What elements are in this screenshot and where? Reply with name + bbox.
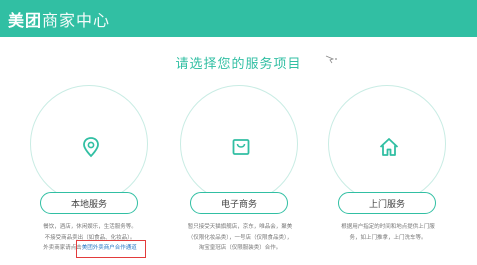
local-service-button[interactable]: 本地服务 bbox=[40, 192, 138, 214]
desc-line: 务，如上门推拿，上门洗车等。 bbox=[349, 234, 427, 241]
home-service-button[interactable]: 上门服务 bbox=[338, 192, 436, 214]
service-circle bbox=[30, 85, 148, 203]
mouse-cursor-icon bbox=[325, 55, 337, 64]
service-card-local[interactable]: 本地服务 餐饮，酒店，休闲娱乐，生活服务等。 不接受商品卖出（如食品、化妆品）。… bbox=[20, 85, 160, 255]
home-icon bbox=[379, 138, 399, 156]
desc-line: （仅限化妆品类），一号店（仅限食品类）， bbox=[187, 234, 293, 241]
desc-line: 根据用户指定的时间和地点提供上门服 bbox=[341, 224, 435, 230]
logo-title: 商家中心 bbox=[42, 10, 111, 30]
location-pin-icon bbox=[83, 137, 99, 158]
ecommerce-service-description: 暂只接受天猫旗舰店，京东，唯品会，聚美 （仅限化妆品类），一号店（仅限食品类），… bbox=[172, 222, 308, 254]
service-circle bbox=[180, 85, 298, 203]
service-card-ecommerce[interactable]: 电子商务 暂只接受天猫旗舰店，京东，唯品会，聚美 （仅限化妆品类），一号店（仅限… bbox=[170, 85, 310, 255]
logo-brand: 美团 bbox=[8, 10, 43, 30]
home-service-description: 根据用户指定的时间和地点提供上门服 务，如上门推拿，上门洗车等。 bbox=[320, 222, 456, 243]
ecommerce-service-button[interactable]: 电子商务 bbox=[190, 192, 288, 214]
desc-line: 暂只接受天猫旗舰店，京东，唯品会，聚美 bbox=[187, 224, 293, 230]
meituan-merchant-logo[interactable]: 美团商家中心 bbox=[8, 7, 110, 31]
desc-line: 淘宝皇冠店（仅限服装类）合作。 bbox=[198, 245, 282, 251]
desc-line: 餐饮，酒店，休闲娱乐，生活服务等。 bbox=[43, 224, 137, 230]
shopping-bag-icon bbox=[232, 139, 250, 155]
link-highlight-box bbox=[76, 240, 146, 258]
top-header: 美团商家中心 bbox=[0, 0, 477, 37]
service-circle bbox=[328, 85, 446, 203]
service-card-home[interactable]: 上门服务 根据用户指定的时间和地点提供上门服 务，如上门推拿，上门洗车等。 bbox=[318, 85, 458, 255]
page-title: 请选择您的服务项目 bbox=[175, 57, 302, 72]
